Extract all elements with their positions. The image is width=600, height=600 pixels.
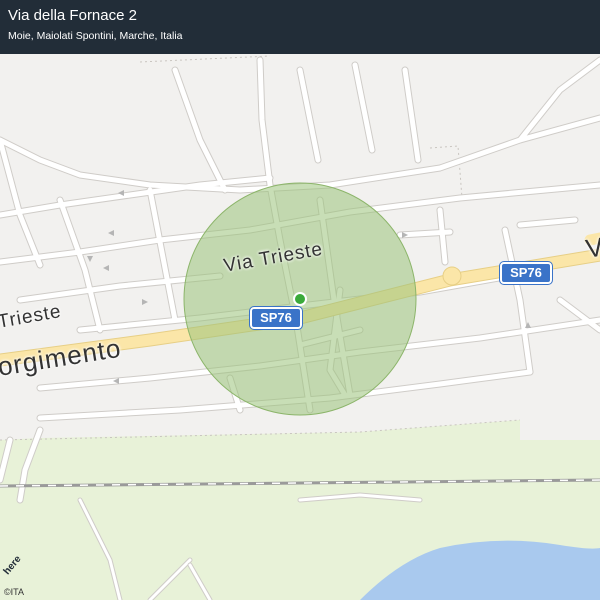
- location-dot[interactable]: [295, 294, 305, 304]
- address-subtitle: Moie, Maiolati Spontini, Marche, Italia: [8, 30, 183, 42]
- road-shield-sp76: SP76: [499, 261, 553, 285]
- address-title: Via della Fornace 2: [8, 7, 137, 24]
- map-canvas[interactable]: [0, 0, 600, 600]
- map-copyright: ©ITA: [4, 587, 24, 597]
- road-shield-sp76: SP76: [249, 306, 303, 330]
- address-header: Via della Fornace 2 Moie, Maiolati Spont…: [0, 0, 600, 54]
